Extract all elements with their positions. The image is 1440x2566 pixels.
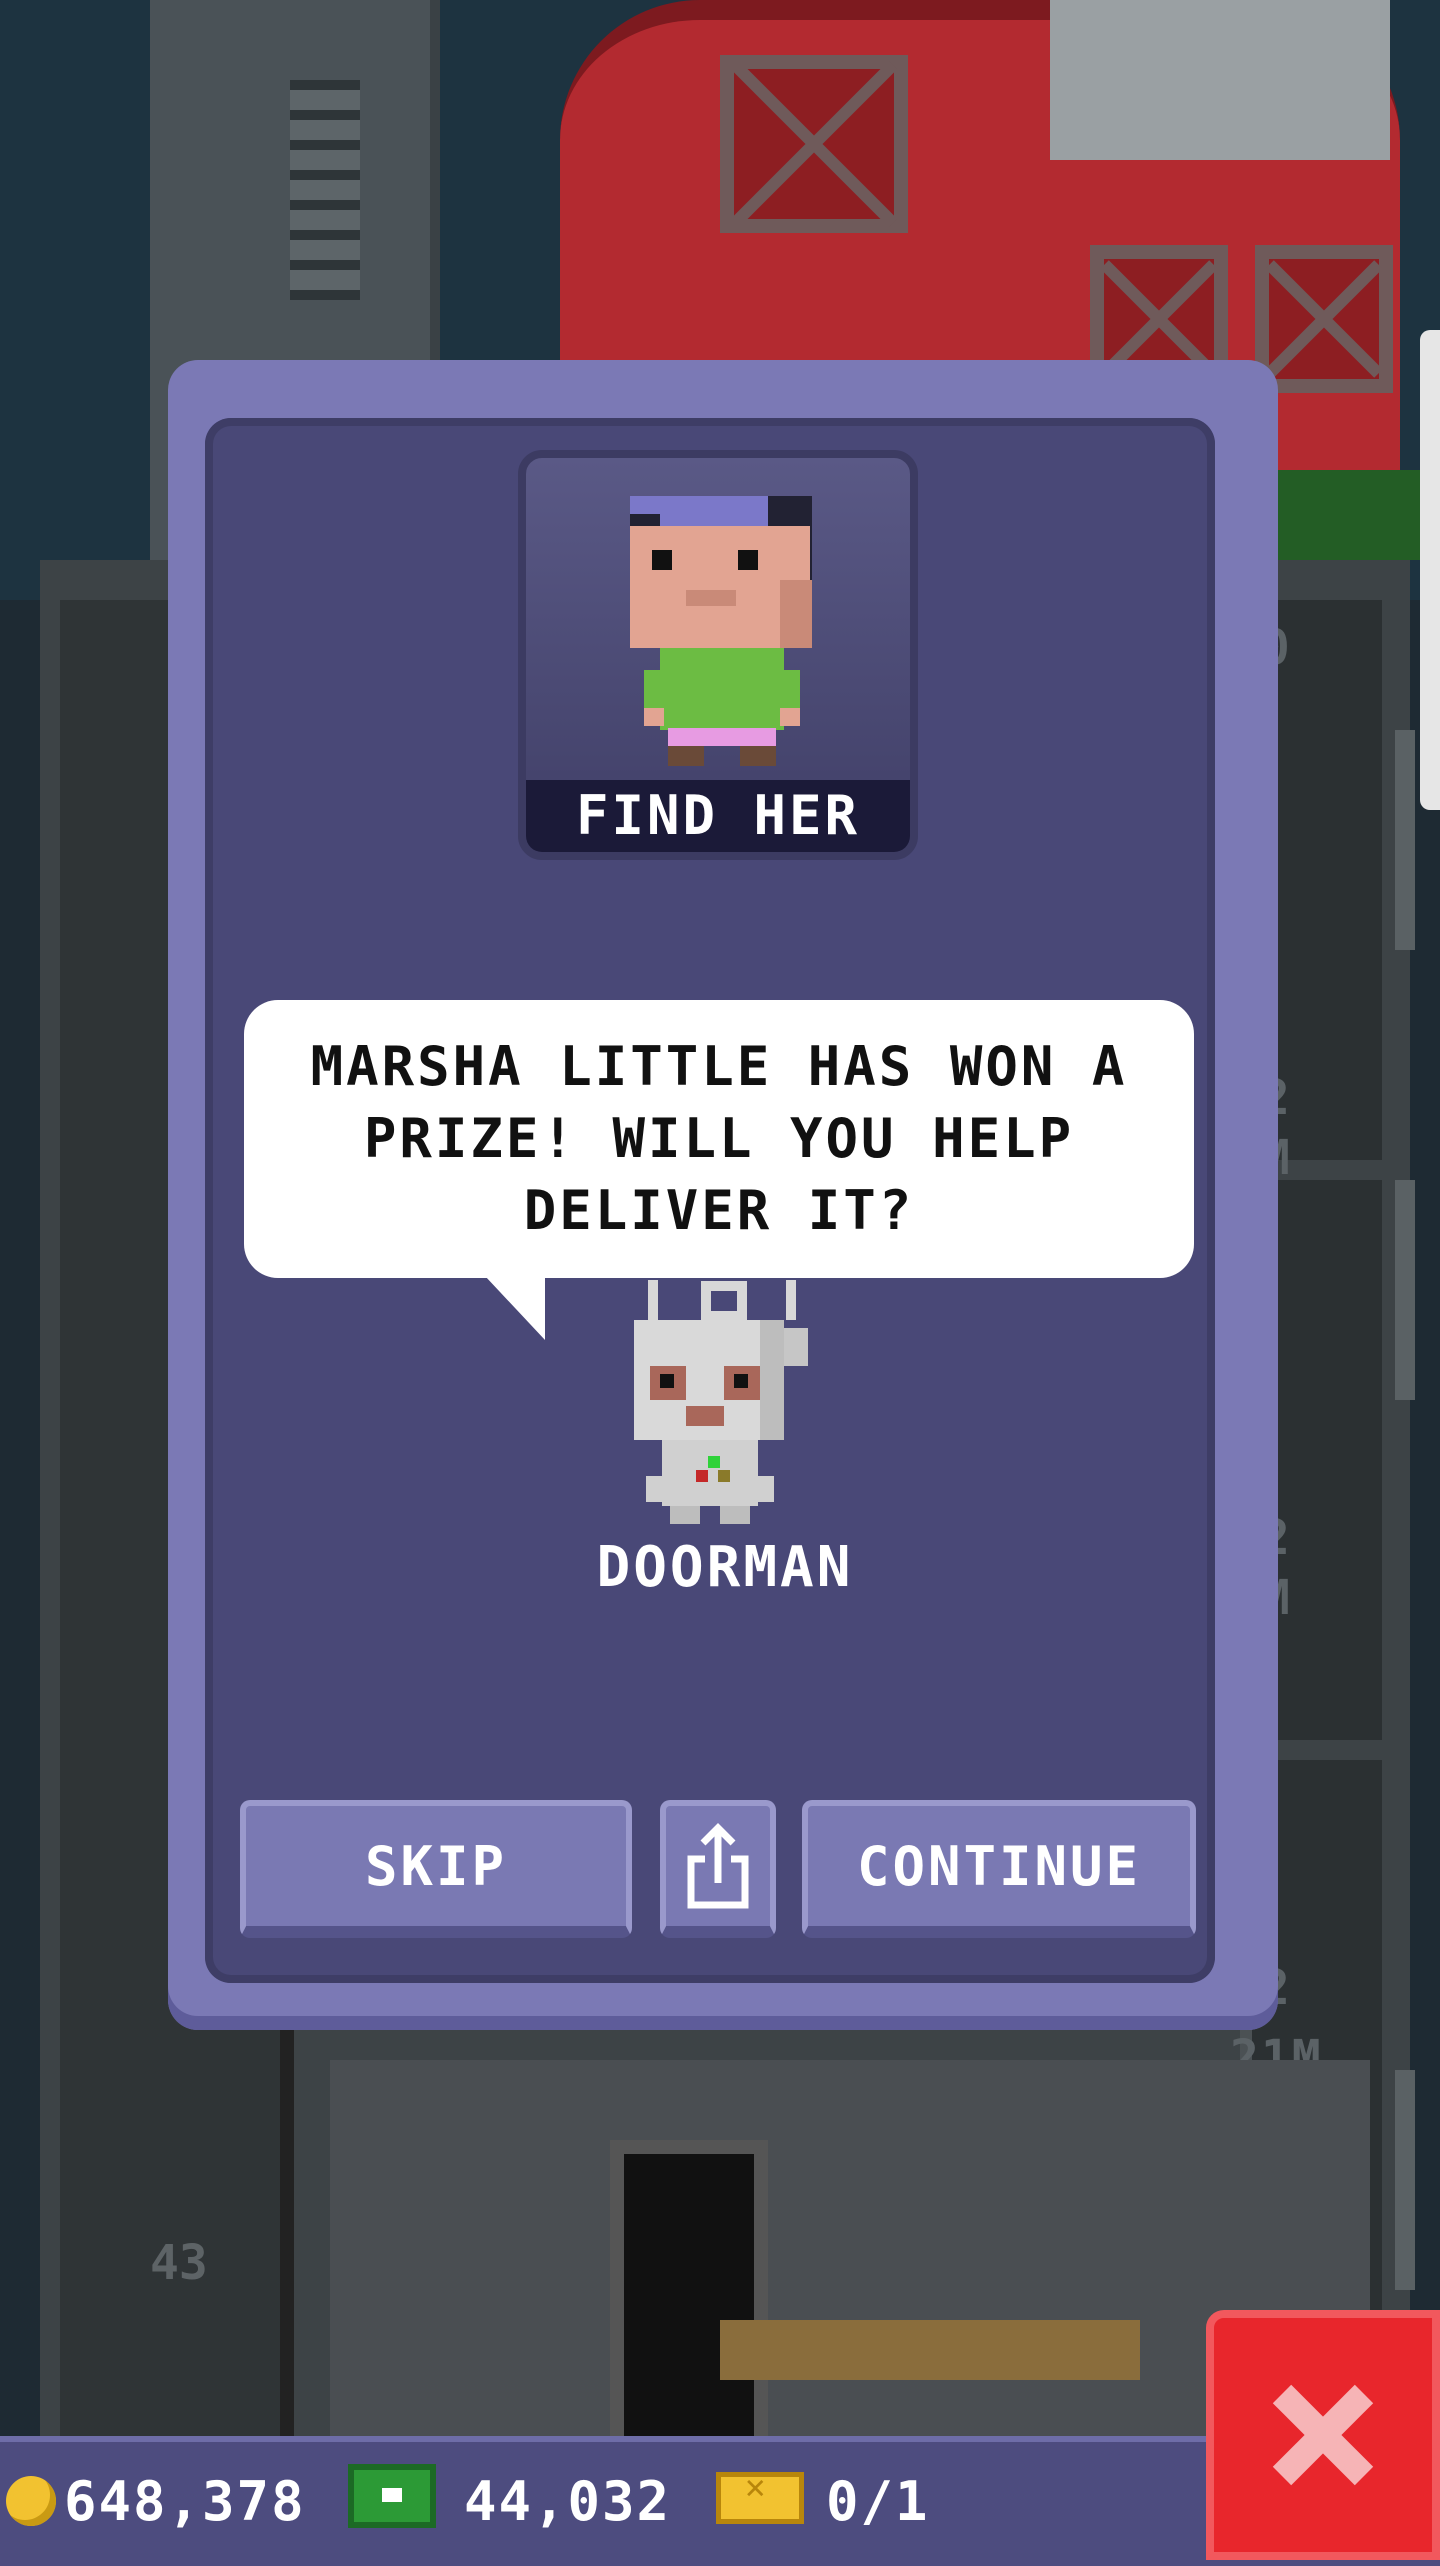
- floor-number: 43: [150, 2235, 208, 2291]
- silo-ladder: [290, 80, 360, 300]
- barn-window: [1255, 245, 1393, 393]
- shop-counter: [720, 2320, 1140, 2380]
- scroll-indicator: [1395, 730, 1415, 950]
- doorman-sprite: [634, 1280, 808, 1524]
- resident-sprite: [630, 496, 812, 766]
- share-button[interactable]: [660, 1800, 776, 1938]
- skip-button-label: SKIP: [364, 1834, 508, 1898]
- close-icon: [1272, 2384, 1374, 2486]
- continue-button-label: CONTINUE: [856, 1834, 1142, 1898]
- ticket-count: 0/1: [826, 2470, 930, 2533]
- bux-count: 44,032: [464, 2470, 672, 2533]
- bux-icon: [348, 2464, 436, 2528]
- skip-button[interactable]: SKIP: [240, 1800, 632, 1938]
- continue-button[interactable]: CONTINUE: [802, 1800, 1196, 1938]
- speech-bubble: MARSHA LITTLE HAS WON A PRIZE! WILL YOU …: [244, 1000, 1194, 1278]
- barn-roof: [1050, 0, 1390, 160]
- resident-portrait[interactable]: FIND HER: [518, 450, 918, 860]
- grass-patch: [1270, 470, 1420, 560]
- dialog-message: MARSHA LITTLE HAS WON A PRIZE! WILL YOU …: [310, 1035, 1128, 1242]
- speech-bubble-tail: [485, 1276, 545, 1340]
- coin-icon: [6, 2476, 56, 2526]
- find-her-label: FIND HER: [526, 780, 910, 852]
- ticket-icon: [716, 2467, 804, 2524]
- speaker-name: DOORMAN: [596, 1535, 854, 1600]
- share-icon: [687, 1823, 749, 1909]
- scroll-indicator: [1395, 2070, 1415, 2290]
- side-panel-tab[interactable]: [1420, 330, 1440, 810]
- scroll-indicator: [1395, 1180, 1415, 1400]
- coins-count: 648,378: [64, 2470, 306, 2533]
- close-button[interactable]: [1206, 2310, 1440, 2560]
- barn-window: [720, 55, 908, 233]
